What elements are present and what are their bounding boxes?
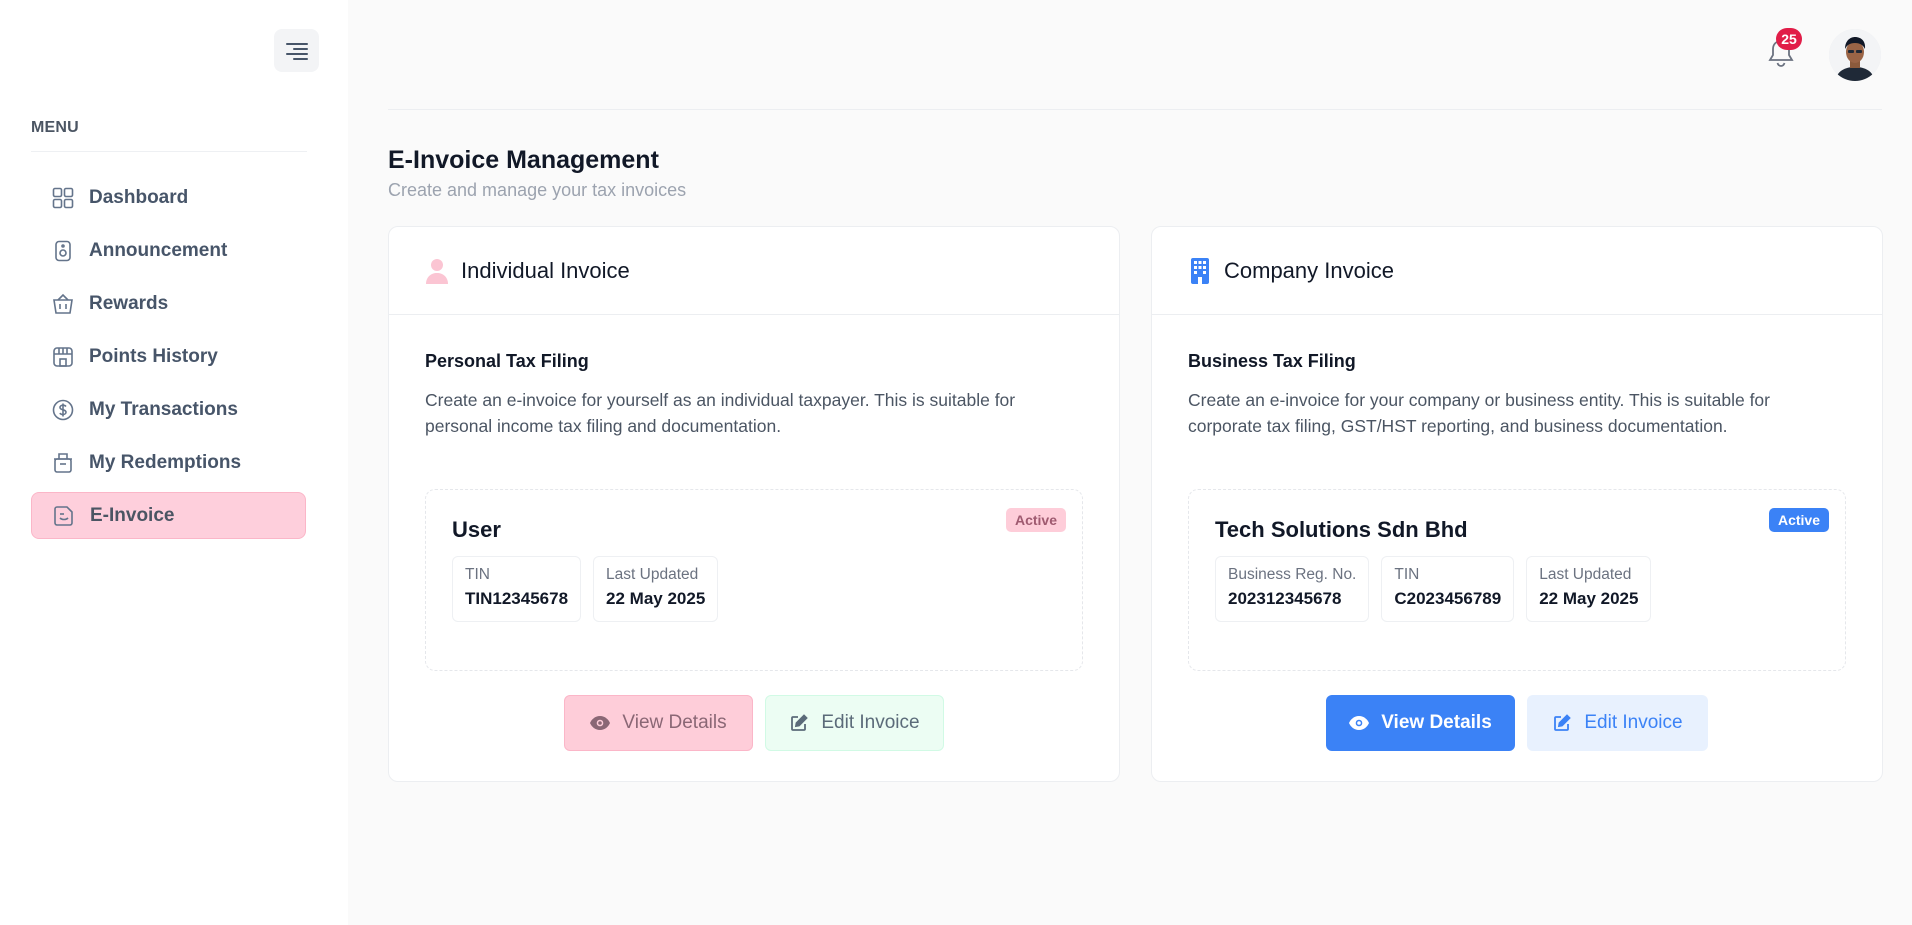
page-subtitle: Create and manage your tax invoices xyxy=(388,180,687,200)
card-title: Individual Invoice xyxy=(461,257,630,283)
field-label: TIN xyxy=(1394,566,1420,583)
field-value: C2023456789 xyxy=(1394,589,1502,608)
entity-name: Tech Solutions Sdn Bhd xyxy=(1215,517,1468,542)
edit-invoice-button[interactable]: Edit Invoice xyxy=(765,695,944,751)
field-value: 22 May 2025 xyxy=(606,589,706,608)
button-label: Edit Invoice xyxy=(1584,712,1683,733)
eye-icon xyxy=(1349,713,1370,733)
entity-fields: Business Reg. No. 202312345678 TIN C2023… xyxy=(1215,556,1663,622)
sidebar-item-label: My Redemptions xyxy=(89,451,242,473)
edit-icon xyxy=(789,713,809,733)
field-last-updated: Last Updated 22 May 2025 xyxy=(1526,556,1652,622)
button-label: View Details xyxy=(622,712,727,733)
view-details-button[interactable]: View Details xyxy=(1326,695,1515,751)
button-label: View Details xyxy=(1381,712,1492,733)
basket-icon xyxy=(51,292,75,316)
card-header: Individual Invoice xyxy=(389,227,1119,315)
view-details-button[interactable]: View Details xyxy=(564,695,753,751)
field-label: Last Updated xyxy=(1539,566,1632,583)
edit-invoice-button[interactable]: Edit Invoice xyxy=(1527,695,1708,751)
status-badge: Active xyxy=(1768,508,1829,532)
menu-divider xyxy=(31,151,307,152)
hamburger-icon xyxy=(285,42,308,60)
edit-icon xyxy=(1552,713,1572,733)
sidebar-item-announcement[interactable]: Announcement xyxy=(31,227,306,274)
field-label: Business Reg. No. xyxy=(1228,566,1357,583)
field-tin: TIN TIN12345678 xyxy=(452,556,582,622)
sidebar-item-my-transactions[interactable]: My Transactions xyxy=(31,386,306,433)
building-icon xyxy=(1188,257,1212,285)
menu-heading: MENU xyxy=(31,119,79,136)
sidebar-item-label: Dashboard xyxy=(89,186,189,208)
grid-icon xyxy=(51,186,75,210)
section-description: Create an e-invoice for your company or … xyxy=(1188,390,1770,436)
card-actions: View Details Edit Invoice xyxy=(1152,695,1882,751)
sidebar-nav: Dashboard Announcement Rewards Points Hi… xyxy=(31,174,306,545)
entity-summary: User Active TIN TIN12345678 Last Updated… xyxy=(425,489,1083,671)
user-avatar-image xyxy=(1829,29,1881,81)
field-value: 202312345678 xyxy=(1228,589,1342,608)
field-tin: TIN C2023456789 xyxy=(1381,556,1515,622)
sidebar: MENU Dashboard Announcement Rewards Poin… xyxy=(0,0,348,925)
individual-invoice-card: Individual Invoice Personal Tax Filing C… xyxy=(388,226,1120,782)
field-business-reg-no: Business Reg. No. 202312345678 xyxy=(1215,556,1370,622)
entity-name: User xyxy=(452,517,501,542)
eye-icon xyxy=(590,713,611,733)
sidebar-item-rewards[interactable]: Rewards xyxy=(31,280,306,327)
notification-count-badge: 25 xyxy=(1776,28,1802,50)
header-divider xyxy=(388,109,1882,110)
section-title: Business Tax Filing xyxy=(1188,351,1356,371)
user-icon xyxy=(425,257,449,285)
sidebar-item-label: Announcement xyxy=(89,239,228,261)
sidebar-item-my-redemptions[interactable]: My Redemptions xyxy=(31,439,306,486)
sidebar-item-dashboard[interactable]: Dashboard xyxy=(31,174,306,221)
sidebar-item-label: Rewards xyxy=(89,292,169,314)
button-label: Edit Invoice xyxy=(821,712,920,733)
field-value: TIN12345678 xyxy=(465,589,569,608)
sidebar-item-label: E-Invoice xyxy=(90,504,175,526)
field-label: TIN xyxy=(465,566,490,583)
sidebar-item-points-history[interactable]: Points History xyxy=(31,333,306,380)
document-icon xyxy=(52,504,76,528)
store-icon xyxy=(51,345,75,369)
speaker-icon xyxy=(51,239,75,263)
field-last-updated: Last Updated 22 May 2025 xyxy=(593,556,719,622)
card-actions: View Details Edit Invoice xyxy=(389,695,1119,751)
menu-toggle-button[interactable] xyxy=(274,29,319,72)
page-title: E-Invoice Management xyxy=(388,146,659,174)
dollar-icon xyxy=(51,398,75,422)
sidebar-item-label: Points History xyxy=(89,345,218,367)
status-badge: Active xyxy=(1005,508,1066,532)
entity-summary: Tech Solutions Sdn Bhd Active Business R… xyxy=(1188,489,1846,671)
sidebar-item-label: My Transactions xyxy=(89,398,238,420)
entity-fields: TIN TIN12345678 Last Updated 22 May 2025 xyxy=(452,556,730,622)
sidebar-item-e-invoice[interactable]: E-Invoice xyxy=(31,492,306,539)
field-label: Last Updated xyxy=(606,566,699,583)
card-title: Company Invoice xyxy=(1224,257,1394,283)
card-header: Company Invoice xyxy=(1152,227,1882,315)
company-invoice-card: Company Invoice Business Tax Filing Crea… xyxy=(1151,226,1883,782)
package-icon xyxy=(51,451,75,475)
field-value: 22 May 2025 xyxy=(1539,589,1639,608)
avatar[interactable] xyxy=(1829,29,1881,81)
section-title: Personal Tax Filing xyxy=(425,351,589,371)
section-description: Create an e-invoice for yourself as an i… xyxy=(425,390,1016,436)
